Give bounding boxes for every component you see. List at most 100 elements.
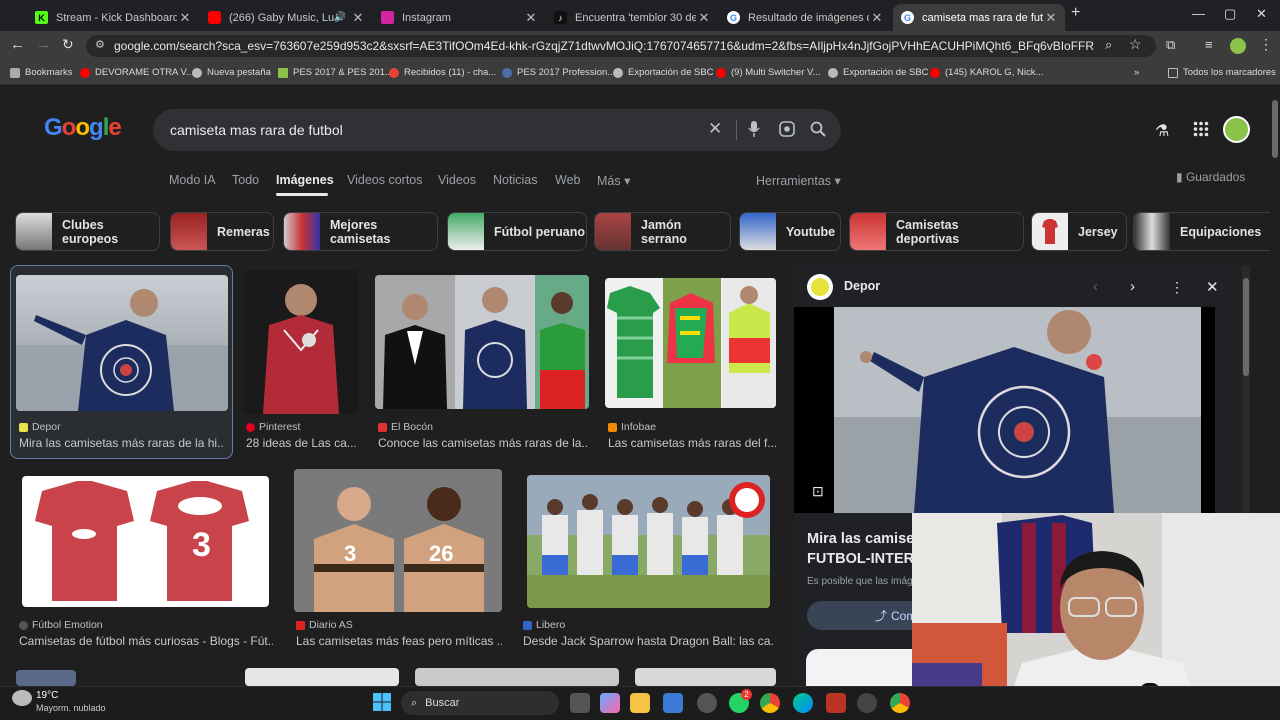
next-arrow-icon[interactable]: › bbox=[1130, 278, 1135, 295]
chrome-icon[interactable] bbox=[890, 693, 910, 713]
all-bookmarks[interactable]: Todos los marcadores bbox=[1168, 67, 1276, 78]
result-image[interactable] bbox=[605, 278, 776, 408]
more-options-icon[interactable]: ⋮ bbox=[1170, 279, 1184, 296]
close-window-icon[interactable]: ✕ bbox=[1256, 6, 1267, 22]
result-image-partial[interactable] bbox=[635, 668, 776, 686]
apps-grid-icon[interactable] bbox=[1193, 121, 1209, 137]
tab-instagram[interactable]: Instagram ✕ bbox=[373, 4, 545, 31]
result-title[interactable]: Las camisetas más raras del f... bbox=[608, 436, 776, 450]
close-tab-icon[interactable]: ✕ bbox=[350, 10, 366, 26]
preview-scroll-thumb[interactable] bbox=[1243, 278, 1249, 376]
tab-active-search[interactable]: G camiseta mas rara de futbol - B ✕ bbox=[893, 4, 1065, 31]
result-title[interactable]: Desde Jack Sparrow hasta Dragon Ball: la… bbox=[523, 634, 773, 648]
app-icon[interactable] bbox=[826, 693, 846, 713]
close-tab-icon[interactable]: ✕ bbox=[523, 10, 539, 26]
preview-source[interactable]: Depor bbox=[844, 279, 880, 293]
chip-jamon-serrano[interactable]: Jamón serrano bbox=[594, 212, 731, 251]
url-text[interactable]: google.com/search?sca_esv=763607e259d953… bbox=[114, 39, 1094, 53]
taskbar-search[interactable]: ⌕ Buscar bbox=[401, 691, 559, 715]
bookmark-item[interactable]: Bookmarks bbox=[10, 67, 73, 78]
copilot-icon[interactable] bbox=[600, 693, 620, 713]
result-image[interactable] bbox=[527, 475, 770, 608]
bookmark-item[interactable]: Exportación de SBC bbox=[613, 67, 714, 78]
tab-noticias[interactable]: Noticias bbox=[493, 173, 537, 187]
minimize-icon[interactable]: — bbox=[1192, 6, 1205, 21]
close-tab-icon[interactable]: ✕ bbox=[869, 10, 885, 26]
chip-youtube[interactable]: Youtube bbox=[739, 212, 841, 251]
labs-flask-icon[interactable]: ⚗ bbox=[1155, 121, 1169, 141]
page-scroll-thumb[interactable] bbox=[1272, 100, 1278, 158]
tab-videos[interactable]: Videos bbox=[438, 173, 476, 187]
result-image[interactable]: 3 bbox=[22, 476, 269, 607]
app-icon[interactable] bbox=[697, 693, 717, 713]
result-image-partial[interactable] bbox=[16, 670, 76, 686]
bookmark-item[interactable]: PES 2017 & PES 201... bbox=[278, 67, 393, 78]
tab-youtube[interactable]: (266) Gaby Music, Lunay, Lu 🔊 ✕ bbox=[200, 4, 372, 31]
result-image[interactable] bbox=[375, 275, 589, 409]
lens-search-icon[interactable] bbox=[779, 121, 795, 137]
bookmark-item[interactable]: PES 2017 Profession... bbox=[502, 67, 615, 78]
visit-button-partial[interactable] bbox=[806, 649, 926, 686]
zoom-icon[interactable]: ⌕ bbox=[1105, 37, 1112, 53]
close-tab-icon[interactable]: ✕ bbox=[177, 10, 193, 26]
result-image[interactable] bbox=[16, 275, 228, 411]
bookmark-item[interactable]: DEVORAME OTRA V... bbox=[80, 67, 194, 78]
result-image[interactable]: 3 26 bbox=[294, 469, 502, 612]
tab-videos-cortos[interactable]: Videos cortos bbox=[347, 173, 423, 187]
result-image[interactable] bbox=[244, 270, 358, 414]
result-title[interactable]: Camisetas de fútbol más curiosas - Blogs… bbox=[19, 634, 273, 648]
result-title[interactable]: Conoce las camisetas más raras de la... bbox=[378, 436, 588, 450]
weather-temp[interactable]: 19°C bbox=[36, 690, 58, 701]
close-tab-icon[interactable]: ✕ bbox=[696, 10, 712, 26]
google-logo[interactable]: Google bbox=[44, 114, 122, 142]
result-image-partial[interactable] bbox=[245, 668, 399, 686]
preview-image[interactable] bbox=[794, 307, 1215, 513]
tab-google-images[interactable]: G Resultado de imágenes de Goo ✕ bbox=[719, 4, 891, 31]
tab-imagenes[interactable]: Imágenes bbox=[276, 173, 334, 187]
preview-title-line2[interactable]: FUTBOL-INTERN bbox=[807, 551, 925, 567]
bookmark-star-icon[interactable]: ☆ bbox=[1129, 36, 1142, 53]
bookmark-item[interactable]: Recibidos (11) - cha... bbox=[389, 67, 496, 78]
result-title[interactable]: Las camisetas más feas pero míticas ... bbox=[296, 634, 502, 648]
bookmarks-overflow-icon[interactable]: » bbox=[1134, 67, 1139, 78]
chip-futbol-peruano[interactable]: Fútbol peruano bbox=[447, 212, 587, 251]
clear-search-icon[interactable]: ✕ bbox=[708, 119, 722, 139]
bookmark-item[interactable]: Nueva pestaña bbox=[192, 67, 271, 78]
weather-icon[interactable] bbox=[12, 690, 32, 706]
result-title[interactable]: Mira las camisetas más raras de la hi... bbox=[19, 436, 224, 450]
menu-icon[interactable]: ⋮ bbox=[1259, 36, 1273, 53]
extensions-icon[interactable]: ⧉ bbox=[1166, 37, 1175, 53]
search-icon[interactable] bbox=[810, 121, 826, 137]
site-settings-icon[interactable]: ⚙ bbox=[95, 38, 105, 51]
reload-icon[interactable]: ↻ bbox=[62, 36, 74, 53]
chrome-icon[interactable] bbox=[760, 693, 780, 713]
forward-icon[interactable]: → bbox=[36, 36, 51, 53]
tab-mas[interactable]: Más ▾ bbox=[597, 173, 630, 188]
tab-modo-ia[interactable]: Modo IA bbox=[169, 173, 216, 187]
file-explorer-icon[interactable] bbox=[630, 693, 650, 713]
bookmark-item[interactable]: Exportación de SBC bbox=[828, 67, 929, 78]
chip-clubes-europeos[interactable]: Clubes europeos bbox=[15, 212, 160, 251]
bookmark-item[interactable]: (9) Multi Switcher V... bbox=[716, 67, 820, 78]
chip-camisetas-deportivas[interactable]: Camisetas deportivas bbox=[849, 212, 1024, 251]
result-image-partial[interactable] bbox=[415, 668, 619, 686]
store-icon[interactable] bbox=[663, 693, 683, 713]
close-preview-icon[interactable]: ✕ bbox=[1206, 278, 1219, 296]
back-icon[interactable]: ← bbox=[10, 36, 25, 53]
weather-desc[interactable]: Mayorm. nublado bbox=[36, 703, 106, 713]
bookmark-item[interactable]: (145) KAROL G, Nick... bbox=[930, 67, 1043, 78]
task-view-icon[interactable] bbox=[570, 693, 590, 713]
tab-todo[interactable]: Todo bbox=[232, 173, 259, 187]
chip-remeras[interactable]: Remeras bbox=[170, 212, 274, 251]
tab-kick[interactable]: K Stream - Kick Dashboard ✕ bbox=[27, 4, 199, 31]
media-icon[interactable]: ≡ bbox=[1205, 37, 1213, 52]
voice-search-icon[interactable] bbox=[748, 121, 760, 137]
account-avatar[interactable] bbox=[1223, 116, 1250, 143]
chip-mejores-camisetas[interactable]: Mejores camisetas bbox=[283, 212, 438, 251]
app-icon[interactable] bbox=[857, 693, 877, 713]
restore-icon[interactable]: ▢ bbox=[1224, 6, 1236, 22]
profile-avatar[interactable] bbox=[1230, 38, 1246, 54]
close-tab-icon[interactable]: ✕ bbox=[1043, 10, 1059, 26]
preview-title[interactable]: Mira las camiset bbox=[807, 531, 919, 547]
search-input[interactable]: camiseta mas rara de futbol bbox=[170, 122, 343, 138]
